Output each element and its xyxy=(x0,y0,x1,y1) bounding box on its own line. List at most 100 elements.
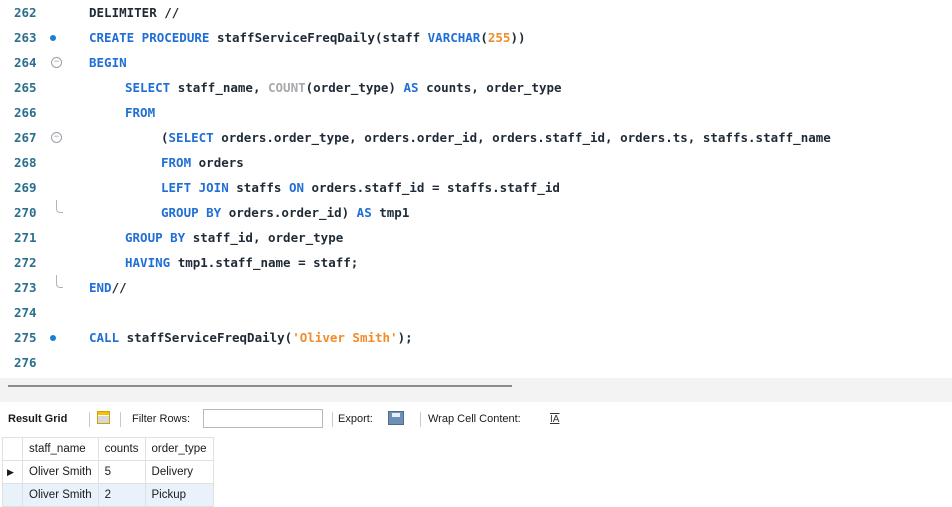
code-token: staff_id, order_type xyxy=(192,230,344,245)
code-token: tmp1.staff_name = staff; xyxy=(177,255,359,270)
panel-splitter[interactable] xyxy=(0,378,952,402)
table-cell[interactable]: Oliver Smith xyxy=(22,460,99,484)
line-number: 267 xyxy=(14,130,37,145)
toolbar-divider xyxy=(120,412,121,427)
code-line[interactable]: 267 − (SELECT orders.order_type, orders.or… xyxy=(0,125,952,150)
fold-toggle-icon[interactable]: − xyxy=(51,57,62,68)
result-grid-tab[interactable]: Result Grid xyxy=(8,404,67,434)
result-toolbar: Result Grid Filter Rows: Export: Wrap Ce… xyxy=(0,404,952,434)
line-number: 270 xyxy=(14,205,37,220)
code-line[interactable]: 270 GROUP BY orders.order_id) AS tmp1 xyxy=(0,200,952,225)
code-token: DELIMITER // xyxy=(89,5,180,20)
code-token: ( xyxy=(480,30,488,45)
code-token: counts, order_type xyxy=(426,80,562,95)
filter-rows-input[interactable] xyxy=(203,409,323,428)
code-token: staffServiceFreqDaily(staff xyxy=(216,30,428,45)
code-token: staffServiceFreqDaily( xyxy=(126,330,293,345)
code-token: AS xyxy=(356,205,380,220)
code-token: FROM xyxy=(161,155,199,170)
code-token: COUNT xyxy=(268,80,306,95)
horizontal-scrollbar[interactable] xyxy=(8,385,512,387)
code-token: BEGIN xyxy=(89,55,127,70)
code-text: GROUP BY staff_id, order_type xyxy=(125,225,343,250)
code-line[interactable]: 262 DELIMITER // xyxy=(0,0,952,25)
code-token: FROM xyxy=(125,105,156,120)
code-token: orders xyxy=(198,155,244,170)
code-token: orders.staff_id = staffs.staff_id xyxy=(311,180,560,195)
statement-marker-icon xyxy=(50,335,56,341)
sql-editor[interactable]: 262 DELIMITER // 263 CREATE PROCEDURE staff… xyxy=(0,0,952,378)
code-token: staffs xyxy=(236,180,289,195)
fold-toggle-icon[interactable]: − xyxy=(51,132,62,143)
save-icon[interactable] xyxy=(388,404,404,434)
toolbar-divider xyxy=(420,412,421,427)
code-token: ON xyxy=(288,180,312,195)
column-header[interactable]: order_type xyxy=(144,437,214,461)
grid-icon[interactable] xyxy=(97,404,110,434)
current-row-marker[interactable]: ▶ xyxy=(2,460,23,484)
line-number: 274 xyxy=(14,305,37,320)
fold-end-icon xyxy=(56,200,63,213)
filter-rows-label: Filter Rows: xyxy=(132,413,191,425)
wrap-text-icon[interactable]: IA xyxy=(550,404,559,434)
line-number: 276 xyxy=(14,355,37,370)
table-cell[interactable]: 5 xyxy=(97,460,146,484)
code-line[interactable]: 271 GROUP BY staff_id, order_type xyxy=(0,225,952,250)
code-token: LEFT JOIN xyxy=(161,180,237,195)
code-text: DELIMITER // xyxy=(89,0,179,25)
line-number: 263 xyxy=(14,30,37,45)
line-number: 273 xyxy=(14,280,37,295)
code-line[interactable]: 273 END// xyxy=(0,275,952,300)
code-token: SELECT xyxy=(168,130,222,145)
column-header[interactable]: counts xyxy=(97,437,146,461)
table-row[interactable]: ▶ Oliver Smith 5 Delivery xyxy=(2,460,214,484)
line-number: 275 xyxy=(14,330,37,345)
code-token: orders.order_id) xyxy=(228,205,357,220)
code-token: VARCHAR xyxy=(427,30,481,45)
table-row[interactable]: Oliver Smith 2 Pickup xyxy=(2,483,214,507)
code-text: FROM xyxy=(125,100,155,125)
code-line[interactable]: 265 SELECT staff_name, COUNT(order_type) … xyxy=(0,75,952,100)
export-label: Export: xyxy=(338,413,373,425)
code-token: 255 xyxy=(487,30,511,45)
code-line[interactable]: 276 xyxy=(0,350,952,375)
code-token: END xyxy=(89,280,112,295)
code-line[interactable]: 266 FROM xyxy=(0,100,952,125)
code-line[interactable]: 275 CALL staffServiceFreqDaily('Oliver Sm… xyxy=(0,325,952,350)
code-text: BEGIN xyxy=(89,50,127,75)
code-text: GROUP BY orders.order_id) AS tmp1 xyxy=(161,200,409,225)
code-text: LEFT JOIN staffs ON orders.staff_id = st… xyxy=(161,175,560,200)
table-cell[interactable]: Pickup xyxy=(144,483,214,507)
code-token: CALL xyxy=(89,330,127,345)
code-line[interactable]: 272 HAVING tmp1.staff_name = staff; xyxy=(0,250,952,275)
table-cell[interactable]: 2 xyxy=(97,483,146,507)
code-line[interactable]: 264 − BEGIN xyxy=(0,50,952,75)
code-token: HAVING xyxy=(125,255,178,270)
grid-header-row: staff_name counts order_type xyxy=(2,437,214,461)
code-token: CREATE PROCEDURE xyxy=(89,30,217,45)
code-text: CREATE PROCEDURE staffServiceFreqDaily(s… xyxy=(89,25,526,50)
table-cell[interactable]: Oliver Smith xyxy=(22,483,99,507)
code-text: SELECT staff_name, COUNT(order_type) AS … xyxy=(125,75,562,100)
code-token: // xyxy=(111,280,127,295)
code-text: FROM orders xyxy=(161,150,244,175)
code-line[interactable]: 268 FROM orders xyxy=(0,150,952,175)
line-number: 262 xyxy=(14,5,37,20)
row-selector-header xyxy=(2,437,23,461)
line-number: 265 xyxy=(14,80,37,95)
code-token: 'Oliver Smith' xyxy=(292,330,398,345)
code-token: GROUP BY xyxy=(161,205,229,220)
code-line[interactable]: 263 CREATE PROCEDURE staffServiceFreqDail… xyxy=(0,25,952,50)
column-header[interactable]: staff_name xyxy=(22,437,99,461)
table-cell[interactable]: Delivery xyxy=(144,460,214,484)
line-number: 268 xyxy=(14,155,37,170)
code-line[interactable]: 269 LEFT JOIN staffs ON orders.staff_id =… xyxy=(0,175,952,200)
result-grid: staff_name counts order_type ▶ Oliver Sm… xyxy=(2,437,214,507)
code-line[interactable]: 274 xyxy=(0,300,952,325)
code-text: END// xyxy=(89,275,127,300)
fold-end-icon xyxy=(56,275,63,288)
code-token: AS xyxy=(403,80,427,95)
code-token: SELECT xyxy=(125,80,178,95)
row-selector[interactable] xyxy=(2,483,23,507)
line-number: 272 xyxy=(14,255,37,270)
